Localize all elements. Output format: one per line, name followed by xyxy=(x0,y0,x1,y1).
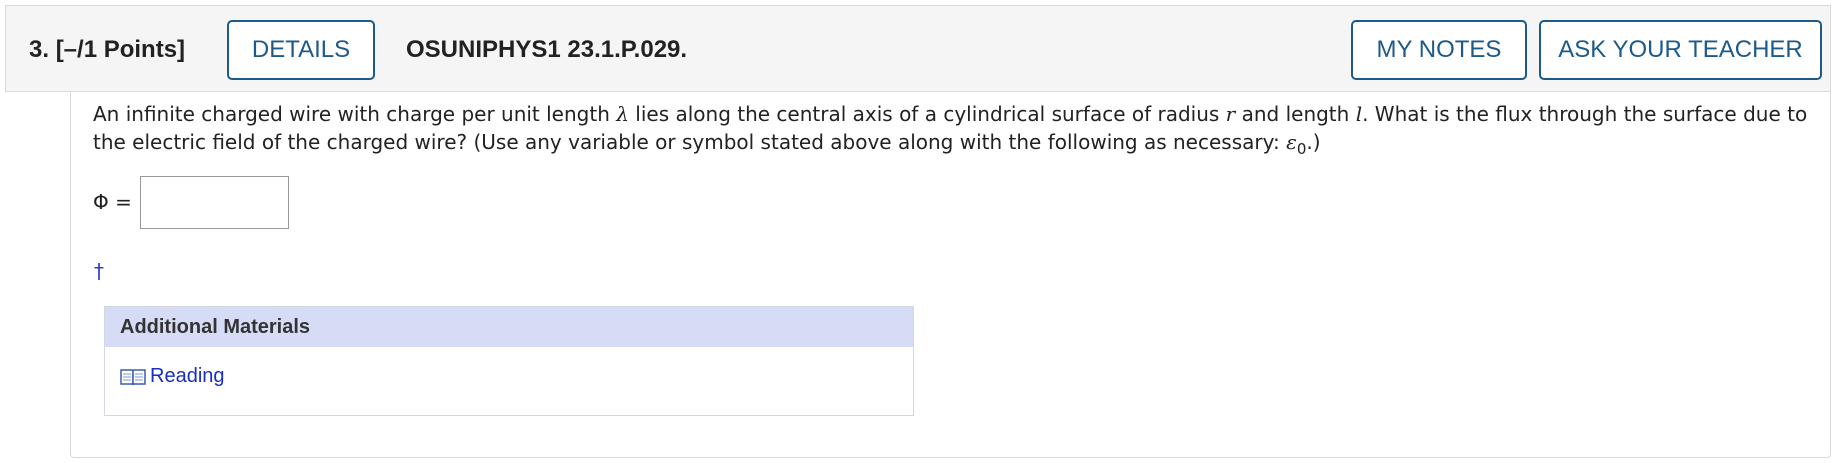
question-number: 3. xyxy=(29,36,50,63)
points-label: [–/1 Points] xyxy=(55,36,186,63)
details-button[interactable]: DETAILS xyxy=(227,20,375,80)
radius-symbol: r xyxy=(1225,102,1236,126)
question-number-points: 3. [–/1 Points] xyxy=(29,6,185,93)
additional-materials-heading: Additional Materials xyxy=(105,307,913,347)
question-text-segment: lies along the central axis of a cylindr… xyxy=(628,102,1226,126)
ask-your-teacher-button[interactable]: ASK YOUR TEACHER xyxy=(1539,20,1822,80)
reading-link-label: Reading xyxy=(150,365,225,387)
question-text-segment: and length xyxy=(1235,102,1356,126)
reading-link[interactable]: Reading xyxy=(120,365,225,388)
flux-answer-input[interactable] xyxy=(140,176,289,229)
book-icon xyxy=(120,368,146,385)
additional-materials-panel: Additional Materials Reading xyxy=(104,306,914,416)
epsilon-subscript: 0 xyxy=(1296,140,1307,158)
question-text: An infinite charged wire with charge per… xyxy=(93,100,1813,163)
epsilon-symbol: ε xyxy=(1286,130,1297,154)
flux-label: Φ = xyxy=(93,190,132,214)
my-notes-button[interactable]: MY NOTES xyxy=(1351,20,1527,80)
lambda-symbol: λ xyxy=(616,102,629,126)
dagger-marker: † xyxy=(94,259,104,283)
question-header: 3. [–/1 Points] DETAILS OSUNIPHYS1 23.1.… xyxy=(5,5,1831,92)
question-body: An infinite charged wire with charge per… xyxy=(70,92,1831,458)
question-code: OSUNIPHYS1 23.1.P.029. xyxy=(406,36,688,63)
question-text-segment: .) xyxy=(1306,130,1321,154)
question-text-segment: An infinite charged wire with charge per… xyxy=(93,102,617,126)
